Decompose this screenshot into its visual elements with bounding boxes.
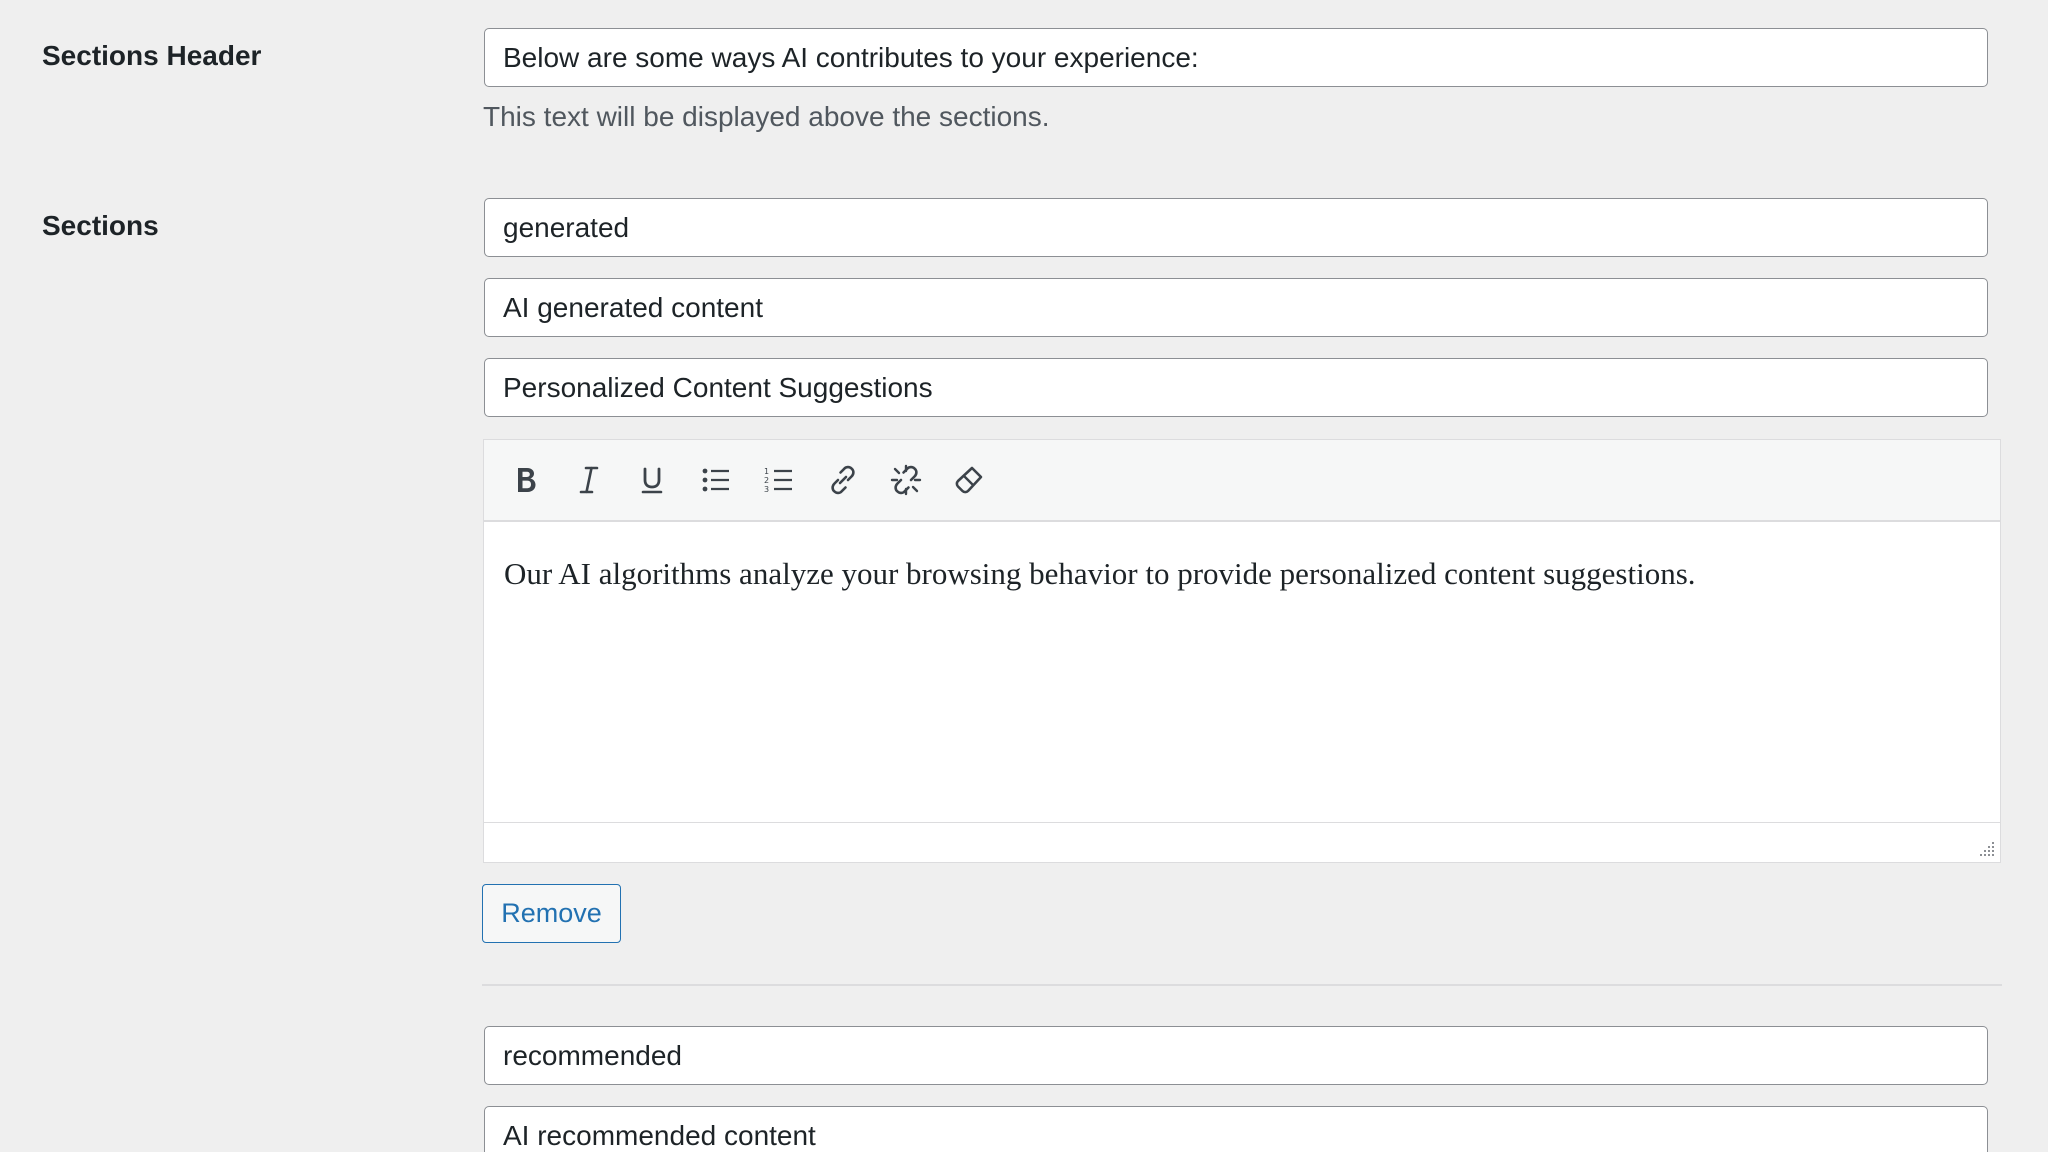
editor-content-area[interactable]: Our AI algorithms analyze your browsing … [484,522,2000,822]
numbered-list-button[interactable]: 1 2 3 [756,457,802,503]
section-key-input[interactable] [484,198,1988,257]
sections-header-label: Sections Header [42,40,262,71]
section-title-input[interactable] [484,1106,1988,1152]
bullet-list-icon [702,468,729,492]
link-icon [831,465,855,495]
bold-button[interactable] [503,457,549,503]
editor-toolbar: 1 2 3 [484,440,2000,522]
section-heading-input[interactable] [484,358,1988,417]
section-title-input[interactable] [484,278,1988,337]
underline-button[interactable] [629,457,675,503]
section-content-editor: 1 2 3 Our AI algorithms analyze your bro… [483,439,2001,863]
underline-icon [641,467,663,494]
editor-statusbar [484,822,2000,862]
remove-section-button[interactable]: Remove [482,884,621,943]
svg-text:3: 3 [764,485,769,494]
svg-text:2: 2 [764,476,769,485]
sections-header-description: This text will be displayed above the se… [483,101,1050,132]
bullet-list-button[interactable] [693,457,739,503]
sections-header-input[interactable] [484,28,1988,87]
bold-icon [518,468,536,492]
unlink-button[interactable] [883,457,929,503]
link-button[interactable] [820,457,866,503]
sections-label: Sections [42,210,159,241]
settings-page: Sections Header This text will be displa… [0,0,2048,1152]
resize-handle-icon[interactable] [1978,840,1996,858]
italic-button[interactable] [566,457,612,503]
italic-icon [579,466,599,494]
numbered-list-icon: 1 2 3 [764,467,792,494]
clear-formatting-button[interactable] [946,457,992,503]
section-key-input[interactable] [484,1026,1988,1085]
section-divider [482,984,2002,986]
clear-formatting-icon [955,466,983,494]
unlink-icon [890,464,922,496]
svg-text:1: 1 [764,467,769,476]
